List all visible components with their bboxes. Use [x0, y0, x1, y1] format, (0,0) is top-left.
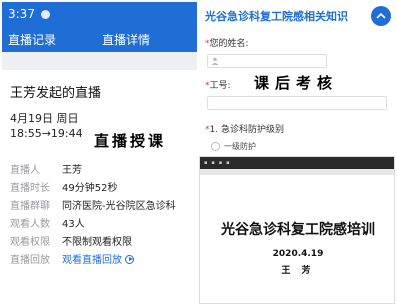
- info-row-duration: 直播时长 49分钟52秒: [10, 177, 196, 195]
- info-key: 直播群聊: [10, 200, 50, 212]
- slide-date: 2020.4.19: [272, 249, 324, 259]
- presentation-ribbon: [200, 169, 394, 175]
- toolbar-icon: ▪: [218, 160, 223, 166]
- info-key: 观看人数: [10, 218, 50, 230]
- live-title: 王芳发起的直播: [10, 86, 102, 101]
- question-label: *1. 急诊科防护级别: [205, 125, 284, 135]
- form-title: 光谷急诊科复工院感相关知识: [205, 10, 348, 23]
- info-key: 观看权限: [10, 236, 50, 248]
- chevron-up-icon[interactable]: [371, 6, 391, 26]
- play-icon: [125, 254, 134, 264]
- toolbar-icon: ▪: [204, 160, 208, 166]
- info-key: 直播人: [10, 164, 40, 176]
- live-info-list: 直播人 王芳 直播时长 49分钟52秒 直播群聊 同济医院-光谷院区急诊科 观看…: [10, 159, 196, 267]
- live-date: 4月19日 周日: [10, 112, 79, 125]
- info-value: 王芳: [62, 164, 82, 176]
- employee-id-input[interactable]: [207, 96, 387, 110]
- tab-live-details[interactable]: 直播详情: [96, 31, 156, 48]
- divider: [2, 52, 197, 70]
- notification-dot-icon: [40, 9, 50, 19]
- slide-author: 王 芳: [281, 266, 315, 276]
- info-row-permission: 观看权限 不限制观看权限: [10, 231, 196, 249]
- info-row-group: 直播群聊 同济医院-光谷院区急诊科: [10, 195, 196, 213]
- info-value: 不限制观看权限: [62, 236, 132, 248]
- tab-bar: 直播记录 直播详情: [2, 26, 197, 52]
- toolbar-icon: ▪: [226, 160, 230, 166]
- presentation-slide-screen: ▪ ▪ ▪ ▪ 光谷急诊科复工院感培训 2020.4.19 王 芳: [199, 156, 395, 304]
- watch-replay-label: 观看直播回放: [62, 254, 122, 266]
- tab-live-records[interactable]: 直播记录: [2, 31, 62, 48]
- watch-replay-link[interactable]: 观看直播回放: [62, 251, 134, 266]
- status-time: 3:37: [8, 7, 35, 21]
- presentation-toolbar: ▪ ▪ ▪ ▪: [200, 157, 394, 169]
- slide-title: 光谷急诊科复工院感培训: [221, 222, 375, 238]
- info-value: 43人: [62, 218, 85, 230]
- option-level-one[interactable]: 一级防护: [211, 141, 395, 152]
- status-bar: 3:37: [2, 2, 197, 26]
- radio-button[interactable]: [211, 142, 220, 151]
- info-row-host: 直播人 王芳: [10, 159, 196, 177]
- name-input[interactable]: [207, 54, 327, 68]
- info-value: 同济医院-光谷院区急诊科: [62, 200, 176, 212]
- name-label: *您的姓名:: [205, 39, 249, 49]
- exam-banner: 课后考核: [254, 74, 339, 92]
- info-key: 直播时长: [10, 182, 50, 194]
- info-value: 49分钟52秒: [62, 182, 118, 194]
- live-details-screen: 3:37 直播记录 直播详情 王芳发起的直播 4月19日 周日 18:55→19…: [2, 2, 197, 304]
- toolbar-icon: ▪: [211, 160, 215, 166]
- info-row-viewers: 观看人数 43人: [10, 213, 196, 231]
- live-lecture-banner: 直播授课: [94, 132, 167, 150]
- info-key: 直播回放: [10, 254, 50, 266]
- user-icon: [211, 57, 219, 65]
- quiz-form-screen: 光谷急诊科复工院感相关知识 *您的姓名: *工号: 课后考核 *1. 急诊科防护…: [199, 2, 395, 154]
- option-label: 一级防护: [224, 142, 256, 151]
- info-row-replay: 直播回放 观看直播回放: [10, 249, 196, 267]
